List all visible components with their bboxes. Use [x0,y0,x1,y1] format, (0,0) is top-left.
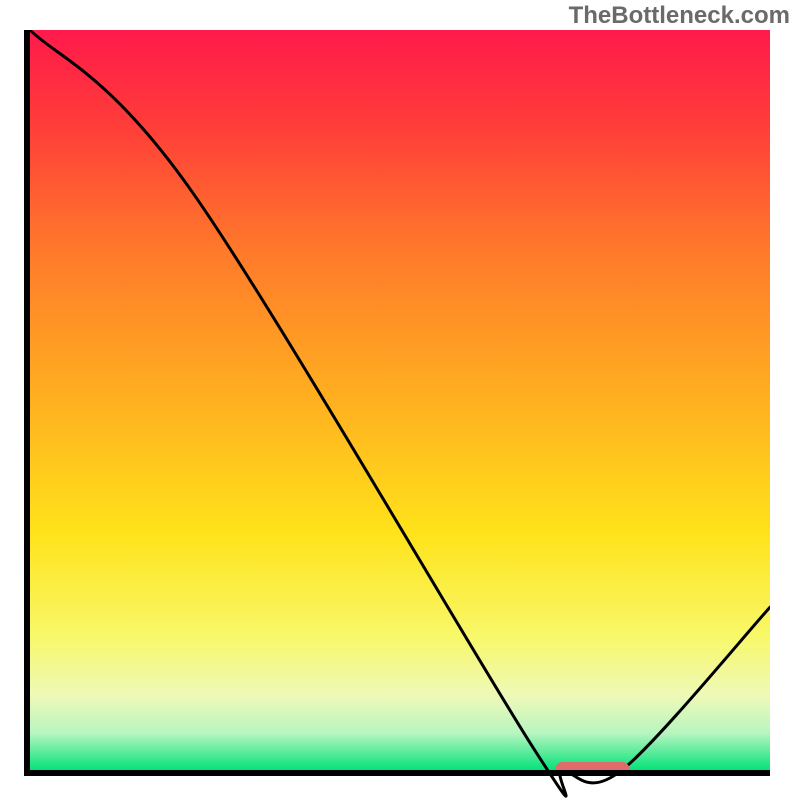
chart-container: { "watermark": "TheBottleneck.com", "cha… [0,0,800,800]
bottleneck-chart [0,0,800,800]
frame-cover-right [770,22,780,778]
watermark-text: TheBottleneck.com [569,2,790,30]
plot-background [30,30,770,770]
